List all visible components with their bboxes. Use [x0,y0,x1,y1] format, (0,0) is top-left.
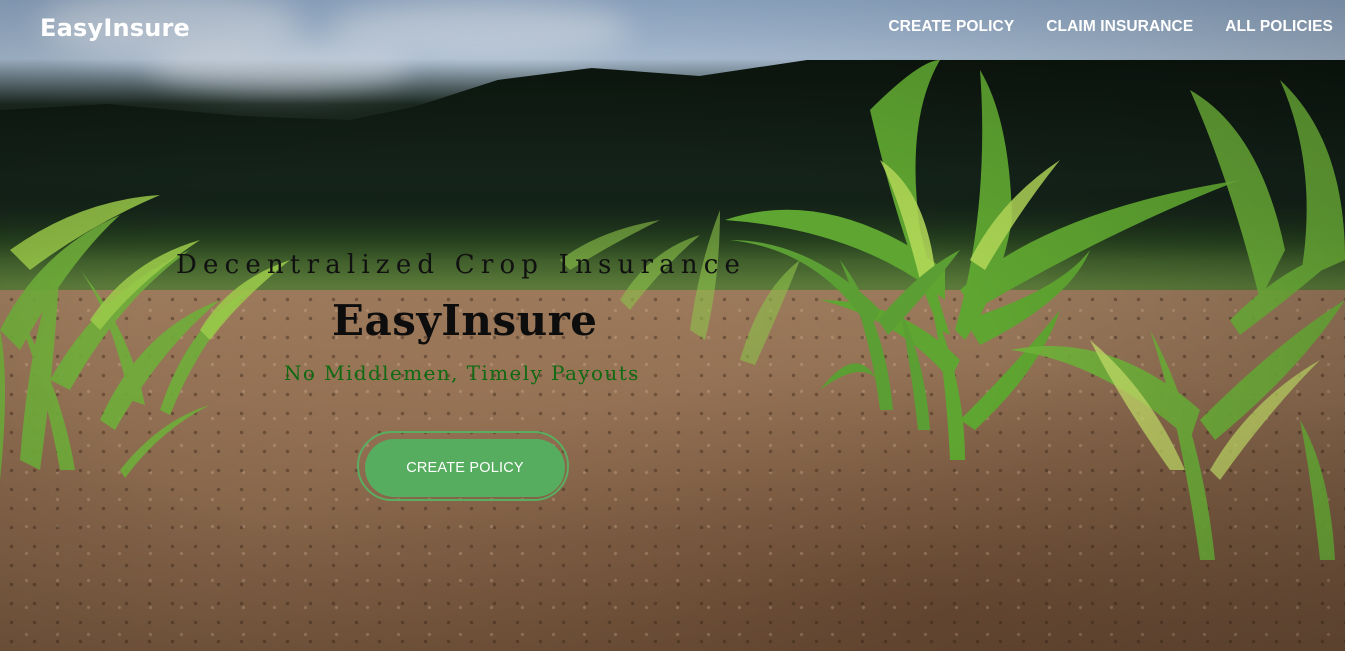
nav-link-all-policies[interactable]: ALL POLICIES [1225,18,1333,36]
nav-links: CREATE POLICY CLAIM INSURANCE ALL POLICI… [888,18,1333,36]
hero-tagline: Decentralized Crop Insurance [176,250,747,280]
create-policy-button[interactable]: CREATE POLICY [365,439,565,497]
nav-link-claim-insurance[interactable]: CLAIM INSURANCE [1046,18,1193,36]
hero-background [0,0,1345,651]
navbar: EasyInsure CREATE POLICY CLAIM INSURANCE… [0,0,1345,60]
nav-link-create-policy[interactable]: CREATE POLICY [888,18,1014,36]
cta-outline: CREATE POLICY [357,431,569,501]
corn-seedlings-image [0,60,1345,560]
hero-subtitle: No Middlemen, Timely Payouts [284,361,640,385]
hero-title: EasyInsure [332,296,598,345]
brand-logo[interactable]: EasyInsure [40,14,190,42]
